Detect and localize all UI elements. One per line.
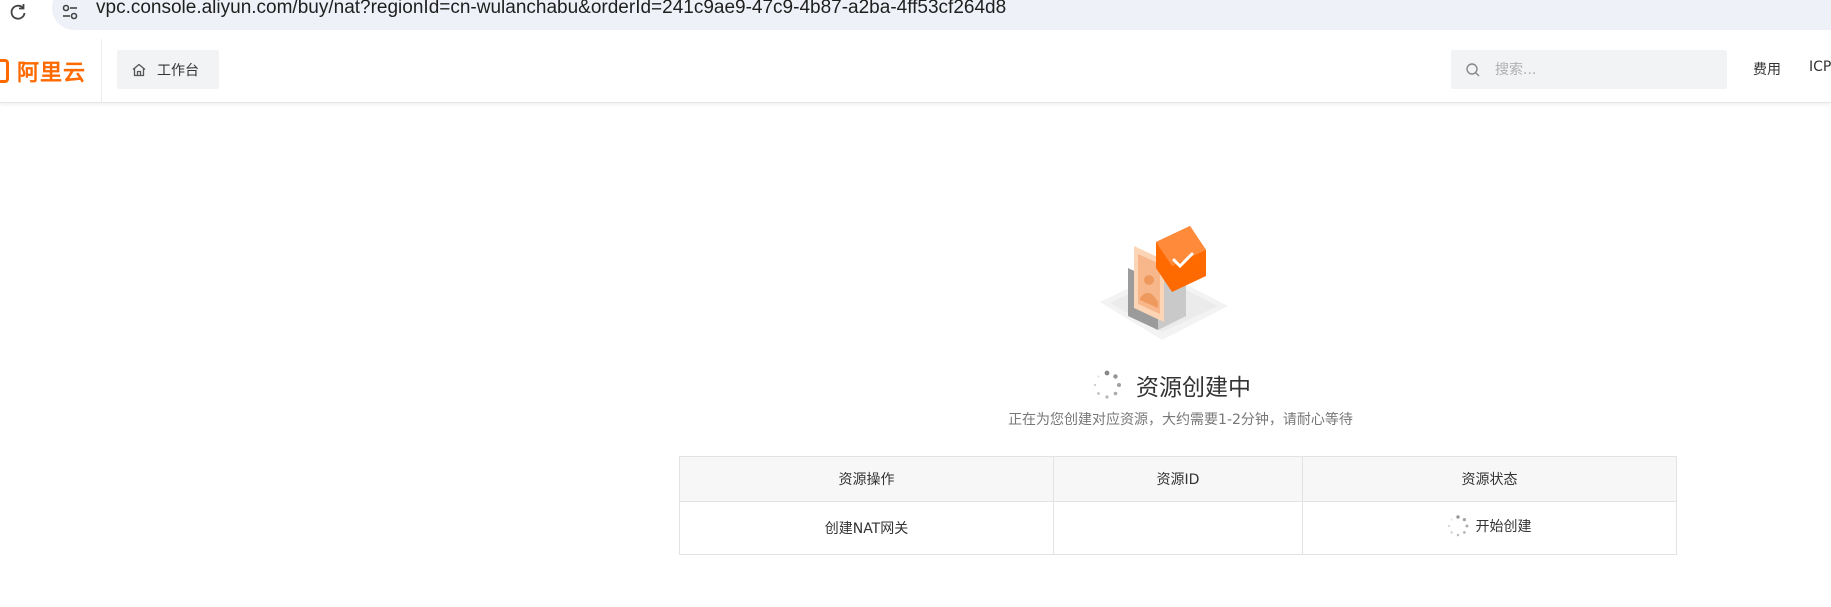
table-row: 创建NAT网关 开始创建 [679, 501, 1678, 555]
workbench-button[interactable]: 工作台 [117, 50, 219, 89]
cell-status: 开始创建 [1301, 501, 1678, 555]
column-header-status: 资源状态 [1301, 456, 1678, 502]
cell-resource-id [1052, 501, 1303, 555]
site-info-icon[interactable] [60, 2, 80, 22]
status-with-spinner: 开始创建 [1447, 515, 1531, 537]
resource-creating-illustration [1100, 226, 1228, 340]
table-header-row: 资源操作 资源ID 资源状态 [679, 456, 1678, 502]
column-header-resource-id: 资源ID [1052, 456, 1303, 502]
status-title-row: 资源创建中 [1092, 368, 1251, 402]
cell-operation: 创建NAT网关 [679, 501, 1054, 555]
logo-text: 阿里云 [17, 61, 87, 86]
status-subtitle: 正在为您创建对应资源，大约需要1-2分钟，请耐心等待 [1008, 412, 1353, 428]
nav-fee-link[interactable]: 费用 [1753, 59, 1781, 79]
console-header: 阿里云 工作台 费用 ICP [0, 39, 1831, 103]
url-text[interactable]: vpc.console.aliyun.com/buy/nat?regionId=… [96, 0, 1006, 19]
search-input[interactable] [1493, 60, 1717, 79]
reload-icon[interactable] [8, 2, 28, 22]
aliyun-logo-mark-icon [0, 59, 9, 83]
status-title: 资源创建中 [1136, 375, 1251, 401]
workbench-label: 工作台 [157, 62, 199, 79]
column-header-operation: 资源操作 [679, 456, 1054, 502]
browser-address-bar: vpc.console.aliyun.com/buy/nat?regionId=… [0, 0, 1831, 38]
status-text: 开始创建 [1475, 519, 1532, 535]
resource-table: 资源操作 资源ID 资源状态 创建NAT网关 开始创建 [679, 456, 1678, 555]
aliyun-logo[interactable]: 阿里云 [0, 57, 87, 86]
loading-spinner-icon [1448, 515, 1469, 537]
home-icon [132, 63, 146, 76]
nav-icp-link[interactable]: ICP [1809, 59, 1831, 75]
search-icon [1466, 62, 1480, 76]
search-box[interactable] [1451, 50, 1727, 89]
header-divider [101, 39, 102, 102]
loading-spinner-icon [1093, 370, 1121, 399]
